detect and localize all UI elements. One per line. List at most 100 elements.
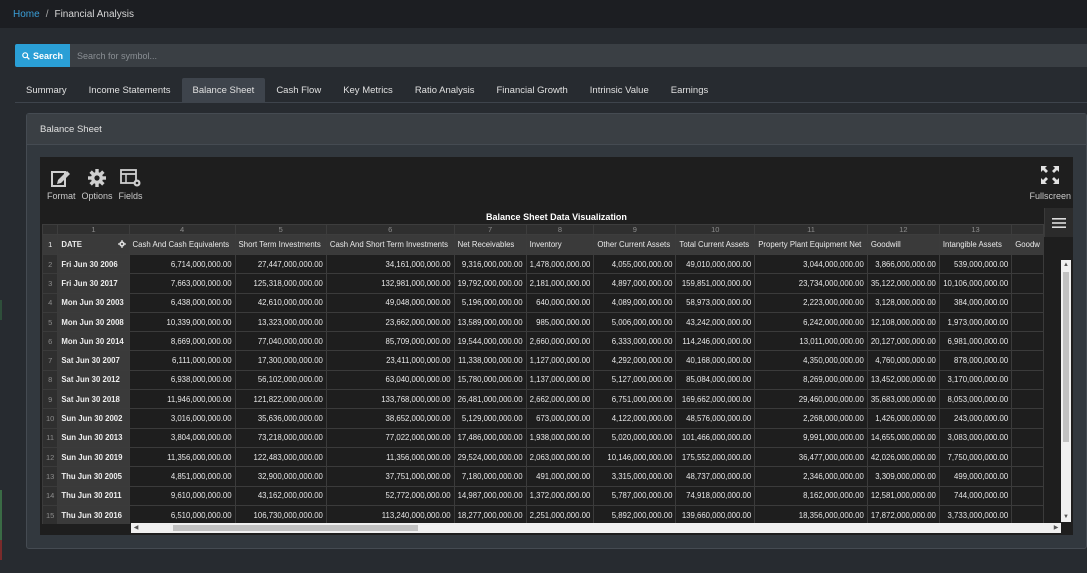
row-date[interactable]: Mon Jun 30 2003 [57, 292, 130, 313]
row-date[interactable]: Sun Jun 30 2019 [57, 446, 130, 468]
table-cell[interactable]: 73,218,000,000.00 [234, 427, 327, 448]
table-cell[interactable]: 243,000,000.00 [938, 408, 1013, 429]
table-cell[interactable]: 52,772,000,000.00 [325, 485, 455, 506]
table-cell[interactable] [1011, 292, 1044, 313]
table-cell[interactable]: 5,129,000,000.00 [453, 408, 527, 429]
row-date[interactable]: Sat Jun 30 2012 [57, 369, 130, 391]
table-cell[interactable] [1011, 311, 1044, 333]
table-cell[interactable]: 133,768,000,000.00 [325, 389, 455, 410]
table-cell[interactable]: 6,111,000,000.00 [128, 350, 236, 371]
table-cell[interactable]: 5,892,000,000.00 [593, 504, 677, 524]
table-cell[interactable]: 40,168,000,000.00 [675, 350, 756, 371]
table-cell[interactable]: 6,714,000,000.00 [128, 253, 236, 275]
table-cell[interactable]: 13,011,000,000.00 [754, 331, 868, 352]
table-cell[interactable]: 132,981,000,000.00 [325, 273, 455, 294]
table-cell[interactable]: 35,636,000,000.00 [234, 408, 327, 429]
table-cell[interactable] [1011, 331, 1044, 352]
table-cell[interactable]: 85,709,000,000.00 [325, 331, 455, 352]
table-cell[interactable]: 77,040,000,000.00 [234, 331, 327, 352]
table-cell[interactable]: 673,000,000.00 [525, 408, 595, 429]
column-header[interactable]: Inventory [525, 234, 595, 255]
table-cell[interactable]: 175,552,000,000.00 [675, 446, 756, 468]
table-cell[interactable] [1011, 369, 1044, 391]
table-cell[interactable] [1011, 485, 1044, 506]
table-cell[interactable]: 42,610,000,000.00 [234, 292, 327, 313]
column-header[interactable]: Goodwill [866, 234, 940, 255]
row-date[interactable]: Thu Jun 30 2016 [57, 504, 130, 524]
table-cell[interactable]: 19,544,000,000.00 [453, 331, 527, 352]
table-cell[interactable]: 1,127,000,000.00 [525, 350, 595, 371]
table-cell[interactable]: 58,973,000,000.00 [675, 292, 756, 313]
table-cell[interactable]: 2,223,000,000.00 [754, 292, 868, 313]
table-cell[interactable]: 106,730,000,000.00 [234, 504, 327, 524]
table-cell[interactable]: 37,751,000,000.00 [325, 466, 455, 487]
table-cell[interactable]: 384,000,000.00 [938, 292, 1013, 313]
table-cell[interactable]: 27,447,000,000.00 [234, 253, 327, 275]
table-cell[interactable]: 101,466,000,000.00 [675, 427, 756, 448]
horizontal-scrollbar[interactable]: ◀ ▶ [131, 523, 1061, 533]
table-cell[interactable]: 10,106,000,000.00 [938, 273, 1013, 294]
table-cell[interactable]: 8,269,000,000.00 [754, 369, 868, 391]
table-cell[interactable]: 3,733,000,000.00 [938, 504, 1013, 524]
vertical-scrollbar[interactable]: ▲ ▼ [1061, 260, 1071, 522]
column-header[interactable]: Net Receivables [453, 234, 527, 255]
table-cell[interactable]: 4,851,000,000.00 [128, 466, 236, 487]
table-cell[interactable]: 13,589,000,000.00 [453, 311, 527, 333]
scroll-up-arrow-icon[interactable]: ▲ [1061, 260, 1071, 270]
table-cell[interactable]: 491,000,000.00 [525, 466, 595, 487]
table-cell[interactable]: 14,655,000,000.00 [866, 427, 940, 448]
table-cell[interactable] [1011, 446, 1044, 468]
scroll-right-arrow-icon[interactable]: ▶ [1051, 523, 1061, 533]
table-cell[interactable]: 6,438,000,000.00 [128, 292, 236, 313]
table-cell[interactable]: 1,478,000,000.00 [525, 253, 595, 275]
row-date[interactable]: Sun Jun 30 2002 [57, 408, 130, 429]
table-cell[interactable]: 1,938,000,000.00 [525, 427, 595, 448]
row-date[interactable]: Mon Jun 30 2008 [57, 311, 130, 333]
table-cell[interactable]: 3,315,000,000.00 [593, 466, 677, 487]
table-cell[interactable]: 49,010,000,000.00 [675, 253, 756, 275]
table-cell[interactable]: 6,510,000,000.00 [128, 504, 236, 524]
table-cell[interactable]: 744,000,000.00 [938, 485, 1013, 506]
table-cell[interactable]: 539,000,000.00 [938, 253, 1013, 275]
table-cell[interactable]: 2,662,000,000.00 [525, 389, 595, 410]
table-cell[interactable]: 12,581,000,000.00 [866, 485, 940, 506]
table-cell[interactable]: 499,000,000.00 [938, 466, 1013, 487]
row-date[interactable]: Fri Jun 30 2017 [57, 273, 130, 294]
column-header[interactable]: Cash And Short Term Investments [325, 234, 455, 255]
table-cell[interactable]: 17,486,000,000.00 [453, 427, 527, 448]
column-header[interactable]: Cash And Cash Equivalents [128, 234, 236, 255]
table-cell[interactable]: 63,040,000,000.00 [325, 369, 455, 391]
table-cell[interactable]: 11,356,000,000.00 [325, 446, 455, 468]
table-cell[interactable] [1011, 466, 1044, 487]
table-cell[interactable]: 8,162,000,000.00 [754, 485, 868, 506]
table-cell[interactable] [1011, 389, 1044, 410]
table-cell[interactable]: 77,022,000,000.00 [325, 427, 455, 448]
table-cell[interactable]: 2,268,000,000.00 [754, 408, 868, 429]
search-button[interactable]: Search [15, 44, 70, 67]
table-cell[interactable]: 2,181,000,000.00 [525, 273, 595, 294]
table-cell[interactable]: 11,338,000,000.00 [453, 350, 527, 371]
search-input[interactable] [70, 44, 1087, 67]
table-cell[interactable]: 4,122,000,000.00 [593, 408, 677, 429]
table-cell[interactable]: 7,750,000,000.00 [938, 446, 1013, 468]
table-cell[interactable]: 23,734,000,000.00 [754, 273, 868, 294]
table-cell[interactable]: 43,242,000,000.00 [675, 311, 756, 333]
table-cell[interactable]: 1,426,000,000.00 [866, 408, 940, 429]
table-cell[interactable]: 5,787,000,000.00 [593, 485, 677, 506]
row-date[interactable]: Mon Jun 30 2014 [57, 331, 130, 352]
table-cell[interactable]: 3,866,000,000.00 [866, 253, 940, 275]
table-cell[interactable]: 5,020,000,000.00 [593, 427, 677, 448]
table-cell[interactable]: 8,669,000,000.00 [128, 331, 236, 352]
table-cell[interactable]: 5,127,000,000.00 [593, 369, 677, 391]
table-cell[interactable]: 4,350,000,000.00 [754, 350, 868, 371]
table-cell[interactable]: 7,180,000,000.00 [453, 466, 527, 487]
table-cell[interactable]: 56,102,000,000.00 [234, 369, 327, 391]
table-cell[interactable]: 43,162,000,000.00 [234, 485, 327, 506]
vertical-scroll-thumb[interactable] [1063, 272, 1069, 442]
table-cell[interactable] [1011, 273, 1044, 294]
table-cell[interactable]: 23,411,000,000.00 [325, 350, 455, 371]
table-cell[interactable]: 34,161,000,000.00 [325, 253, 455, 275]
tab-key-metrics[interactable]: Key Metrics [332, 78, 404, 102]
column-header[interactable]: Total Current Assets [675, 234, 756, 255]
table-cell[interactable]: 32,900,000,000.00 [234, 466, 327, 487]
